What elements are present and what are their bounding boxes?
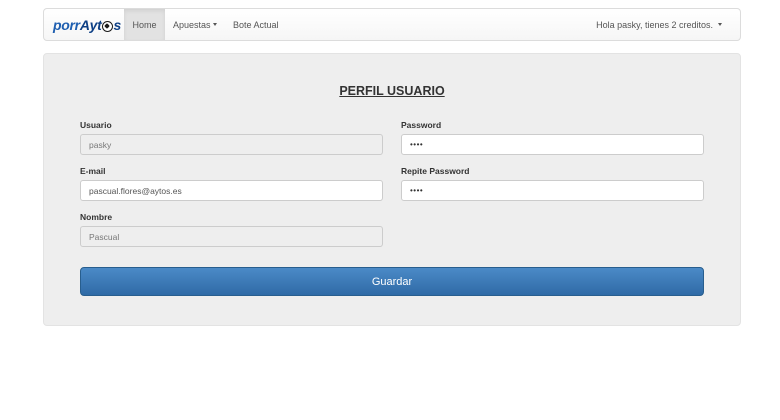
caret-down-icon — [212, 23, 217, 26]
nombre-label: Nombre — [80, 212, 113, 222]
password-value: •••• — [410, 140, 424, 149]
email-field[interactable]: pascual.flores@aytos.es — [80, 180, 383, 201]
nav-home[interactable]: Home — [124, 9, 165, 40]
save-button-label: Guardar — [371, 275, 413, 288]
page-title: PERFIL USUARIO — [339, 84, 445, 98]
usuario-value: pasky — [89, 139, 112, 150]
soccer-ball-icon — [102, 20, 114, 32]
repite-password-value: •••• — [410, 186, 424, 195]
email-label: E-mail — [80, 166, 106, 176]
caret-down-icon — [718, 23, 722, 26]
user-menu[interactable]: Hola pasky, tienes 2 creditos. — [588, 9, 730, 40]
save-button[interactable]: Guardar — [80, 267, 704, 296]
nav-apuestas-label: Apuestas — [173, 19, 211, 30]
nombre-field[interactable]: Pascual — [80, 226, 383, 247]
brand-name: porrAyt — [53, 17, 102, 33]
repite-password-label: Repite Password — [401, 166, 470, 176]
email-value: pascual.flores@aytos.es — [89, 185, 182, 196]
profile-panel: PERFIL USUARIO Usuario pasky Password ••… — [43, 53, 741, 326]
user-menu-label: Hola pasky, tienes 2 creditos. — [596, 19, 713, 30]
password-field[interactable]: •••• — [401, 134, 704, 155]
usuario-label: Usuario — [80, 120, 112, 130]
password-label: Password — [401, 120, 442, 130]
brand-logo[interactable]: porrAyt s — [53, 15, 121, 35]
usuario-field[interactable]: pasky — [80, 134, 383, 155]
nombre-value: Pascual — [89, 231, 120, 242]
navbar: porrAyt s Home Apuestas Bote Actual Hola… — [43, 8, 741, 41]
brand-name-suffix: s — [113, 17, 121, 33]
nav-bote-actual[interactable]: Bote Actual — [225, 9, 287, 40]
nav-bote-label: Bote Actual — [233, 19, 279, 30]
repite-password-field[interactable]: •••• — [401, 180, 704, 201]
nav-home-label: Home — [132, 19, 157, 30]
nav-apuestas[interactable]: Apuestas — [165, 9, 225, 40]
